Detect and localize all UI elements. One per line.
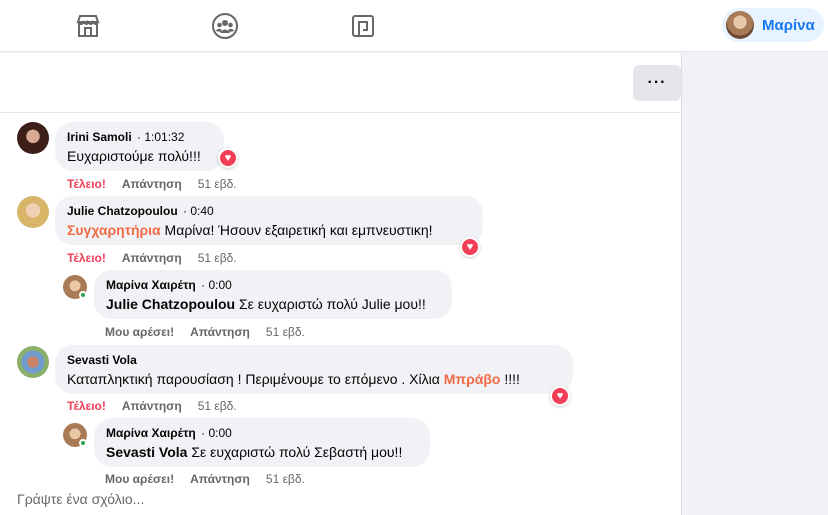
love-button[interactable]: Τέλειο!: [67, 251, 106, 265]
comment-timestamp[interactable]: · 0:40: [183, 204, 214, 218]
reply-bubble: Μαρίνα Χαιρέτη · 0:00 Sevasti Vola Σε ευ…: [94, 418, 430, 467]
comment-actions: Μου αρέσει! Απάντηση 51 εβδ.: [105, 472, 321, 486]
comment-text: Καταπληκτική παρουσίαση ! Περιμένουμε το…: [67, 371, 444, 387]
write-comment-input[interactable]: Γράψτε ένα σχόλιο...: [17, 491, 144, 507]
marketplace-icon[interactable]: [72, 10, 104, 42]
profile-name: Μαρίνα: [762, 16, 815, 34]
comment-age[interactable]: 51 εβδ.: [198, 177, 237, 191]
comment-age[interactable]: 51 εβδ.: [266, 325, 305, 339]
avatar[interactable]: [17, 196, 49, 228]
comment-actions: Τέλειο! Απάντηση 51 εβδ.: [67, 399, 253, 413]
like-button[interactable]: Μου αρέσει!: [105, 325, 174, 339]
comment-text: Σε ευχαριστώ πολύ Julie μου!!: [235, 296, 426, 312]
reply-bubble: Μαρίνα Χαιρέτη · 0:00 Julie Chatzopoulou…: [94, 270, 452, 319]
comment-author[interactable]: Sevasti Vola: [67, 353, 137, 367]
avatar[interactable]: [17, 122, 49, 154]
love-button[interactable]: Τέλειο!: [67, 177, 106, 191]
comment-timestamp[interactable]: · 1:01:32: [137, 130, 184, 144]
love-button[interactable]: Τέλειο!: [67, 399, 106, 413]
highlighted-word: Συγχαρητήρια: [67, 222, 161, 238]
comment-text-end: !!!!: [500, 371, 520, 387]
reply-button[interactable]: Απάντηση: [122, 399, 182, 413]
heart-icon: ♥: [462, 239, 478, 255]
panel-header: ···: [0, 53, 681, 113]
highlighted-word: Μπράβο: [443, 371, 501, 387]
reply-button[interactable]: Απάντηση: [190, 325, 250, 339]
comment-timestamp[interactable]: · 0:00: [201, 278, 232, 292]
avatar: [726, 11, 754, 39]
comment-actions: Μου αρέσει! Απάντηση 51 εβδ.: [105, 325, 321, 339]
profile-button[interactable]: Μαρίνα: [722, 8, 824, 42]
reaction-badge[interactable]: ♥: [460, 237, 480, 257]
comment-author[interactable]: Julie Chatzopoulou: [67, 204, 178, 218]
comment-text: Σε ευχαριστώ πολύ Σεβαστή μου!!: [187, 444, 403, 460]
groups-icon[interactable]: [209, 10, 241, 42]
mention-link[interactable]: Julie Chatzopoulou: [106, 296, 235, 312]
comment-age[interactable]: 51 εβδ.: [198, 251, 237, 265]
reply-button[interactable]: Απάντηση: [122, 251, 182, 265]
heart-icon: ♥: [220, 150, 236, 166]
comment-actions: Τέλειο! Απάντηση 51 εβδ.: [67, 177, 253, 191]
heart-icon: ♥: [552, 388, 568, 404]
reply-button[interactable]: Απάντηση: [190, 472, 250, 486]
comment-author[interactable]: Irini Samoli: [67, 130, 132, 144]
top-navigation-bar: Μαρίνα: [0, 0, 828, 52]
mention-link[interactable]: Sevasti Vola: [106, 444, 187, 460]
comment-actions: Τέλειο! Απάντηση 51 εβδ.: [67, 251, 253, 265]
reaction-badge[interactable]: ♥: [218, 148, 238, 168]
online-status-indicator: [79, 291, 87, 299]
like-button[interactable]: Μου αρέσει!: [105, 472, 174, 486]
gaming-icon[interactable]: [347, 10, 379, 42]
reply-button[interactable]: Απάντηση: [122, 177, 182, 191]
comment-author[interactable]: Μαρίνα Χαιρέτη: [106, 426, 196, 440]
comment-timestamp[interactable]: · 0:00: [201, 426, 232, 440]
comment-age[interactable]: 51 εβδ.: [198, 399, 237, 413]
comment-author[interactable]: Μαρίνα Χαιρέτη: [106, 278, 196, 292]
comment-bubble: Irini Samoli · 1:01:32 Ευχαριστούμε πολύ…: [55, 122, 224, 171]
more-options-button[interactable]: ···: [633, 65, 681, 101]
avatar[interactable]: [17, 346, 49, 378]
comment-text: Μαρίνα! Ήσουν εξαιρετική και εμπνευστικη…: [160, 222, 433, 238]
online-status-indicator: [79, 439, 87, 447]
comment-bubble: Sevasti Vola Καταπληκτική παρουσίαση ! Π…: [55, 345, 573, 394]
right-sidebar: [683, 53, 828, 515]
comment-text: Ευχαριστούμε πολύ!!!: [67, 148, 201, 164]
reaction-badge[interactable]: ♥: [550, 386, 570, 406]
comment-bubble: Julie Chatzopoulou · 0:40 Συγχαρητήρια Μ…: [55, 196, 483, 245]
comment-age[interactable]: 51 εβδ.: [266, 472, 305, 486]
